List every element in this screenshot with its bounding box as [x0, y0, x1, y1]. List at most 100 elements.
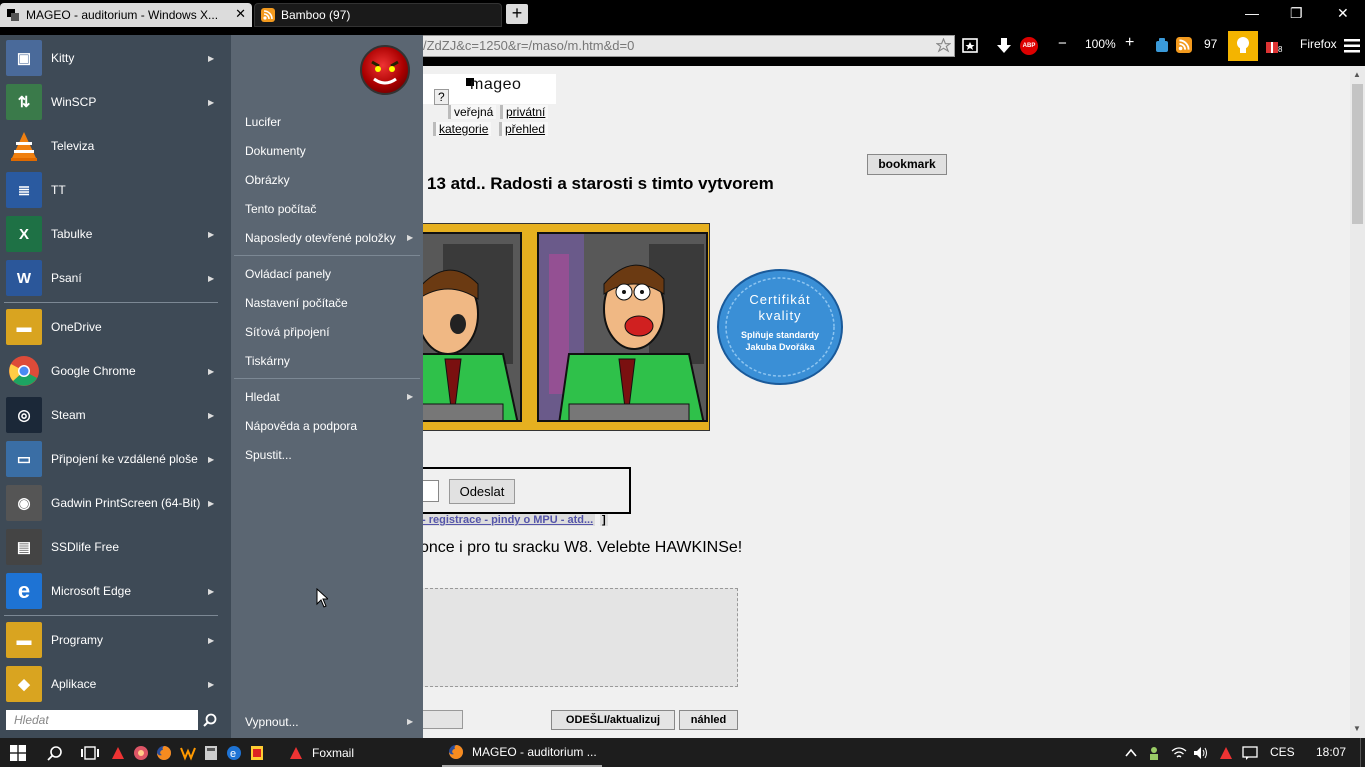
rss-icon[interactable] [1176, 37, 1192, 53]
chevron-up-icon[interactable] [1123, 745, 1139, 761]
adblock-icon[interactable]: ABP [1020, 37, 1038, 55]
start-item-chrome[interactable]: Google Chrome ▶ [0, 349, 231, 393]
minimize-button[interactable]: — [1245, 5, 1259, 21]
submit-button[interactable]: ODEŠLI/aktualizuj [551, 710, 675, 730]
remote-desktop-icon: ▭ [6, 441, 42, 477]
star-icon[interactable] [936, 38, 951, 53]
foxmail-icon[interactable] [110, 745, 126, 761]
start-item-onedrive[interactable]: ▬ OneDrive [0, 305, 231, 349]
firefox-icon[interactable] [156, 745, 172, 761]
people-icon[interactable] [1146, 745, 1162, 761]
mouse-cursor-icon [316, 588, 328, 608]
task-view-icon[interactable] [80, 745, 100, 761]
start-right-printers[interactable]: Tiskárny [245, 354, 290, 368]
start-item-label: Aplikace [51, 676, 97, 691]
language-indicator[interactable]: CES [1270, 745, 1295, 759]
tab-close-icon[interactable]: ✕ [235, 6, 246, 22]
start-right-run[interactable]: Spustit... [245, 448, 292, 462]
restore-button[interactable]: ❐ [1290, 5, 1303, 22]
start-right-recent-items[interactable]: Naposledy otevřené položky [245, 231, 396, 245]
start-item-steam[interactable]: ◎ Steam ▶ [0, 393, 231, 437]
bookmarks-icon[interactable] [962, 37, 980, 54]
registration-link[interactable]: - registrace - pindy o MPU - atd... [420, 514, 596, 526]
tab-bamboo[interactable]: Bamboo (97) [254, 3, 502, 27]
start-item-gadwin[interactable]: ◉ Gadwin PrintScreen (64-Bit) ▶ [0, 481, 231, 525]
taskbar-app-firefox[interactable]: MAGEO - auditorium ... [442, 738, 602, 767]
start-item-ssdlife[interactable]: ▤ SSDlife Free [0, 525, 231, 569]
start-item-apps[interactable]: ◆ Aplikace ▶ [0, 662, 231, 706]
start-item-kitty[interactable]: ▣ Kitty ▶ [0, 36, 231, 80]
submenu-arrow-icon: ▶ [407, 233, 414, 242]
notification-app-icon[interactable] [1218, 745, 1234, 761]
edge-icon[interactable]: e [226, 745, 242, 761]
taskbar-app-foxmail[interactable]: Foxmail [280, 738, 440, 767]
firefox-label[interactable]: Firefox [1300, 37, 1337, 51]
start-item-tabulke[interactable]: X Tabulke ▶ [0, 212, 231, 256]
start-item-remote-desktop[interactable]: ▭ Připojení ke vzdálené ploše ▶ [0, 437, 231, 481]
lightbulb-button[interactable] [1228, 31, 1258, 61]
start-item-label: Microsoft Edge [51, 583, 132, 598]
zoom-in-button[interactable]: + [1125, 34, 1134, 52]
new-tab-button[interactable]: + [506, 4, 528, 24]
download-icon[interactable] [996, 37, 1012, 54]
submenu-arrow-icon: ▶ [208, 679, 215, 689]
send-button[interactable]: Odeslat [449, 479, 515, 504]
private-link[interactable]: privátní [500, 105, 549, 119]
start-right-this-pc[interactable]: Tento počítač [245, 202, 316, 216]
start-search-input[interactable]: Hledat [6, 710, 198, 730]
start-item-winscp[interactable]: ⇅ WinSCP ▶ [0, 80, 231, 124]
windows-start-icon[interactable] [10, 745, 26, 761]
overview-link[interactable]: přehled [499, 122, 549, 136]
close-window-button[interactable]: ✕ [1337, 5, 1349, 22]
scroll-down-icon[interactable]: ▼ [1353, 724, 1361, 733]
categories-link[interactable]: kategorie [433, 122, 492, 136]
start-item-psani[interactable]: W Psaní ▶ [0, 256, 231, 300]
public-link[interactable]: veřejná [448, 105, 497, 119]
search-icon[interactable] [203, 713, 217, 727]
help-link[interactable]: ? [434, 89, 449, 105]
start-right-control-panel[interactable]: Ovládací panely [245, 267, 331, 281]
taskbar-app-label: MAGEO - auditorium ... [472, 744, 597, 759]
wifi-icon[interactable] [1171, 745, 1187, 761]
start-right-network[interactable]: Síťová připojení [245, 325, 330, 339]
preview-button[interactable]: náhled [679, 710, 738, 730]
start-item-tt[interactable]: ≣ TT [0, 168, 231, 212]
hamburger-menu-icon[interactable] [1344, 39, 1360, 53]
firefox-icon [449, 744, 463, 759]
show-desktop-button[interactable] [1360, 738, 1365, 767]
zoom-level[interactable]: 100% [1085, 37, 1116, 51]
taskbar: e Foxmail MAGEO - auditorium ... CES 18:… [0, 738, 1365, 767]
comic-figure-icon [539, 234, 705, 420]
action-center-icon[interactable] [1242, 745, 1258, 761]
start-right-shutdown[interactable]: Vypnout... [245, 715, 299, 729]
comment-textarea[interactable] [400, 588, 738, 687]
user-avatar[interactable] [360, 45, 410, 95]
start-right-help[interactable]: Nápověda a podpora [245, 419, 357, 433]
scrollbar-thumb[interactable] [1352, 84, 1363, 224]
start-right-documents[interactable]: Dokumenty [245, 144, 306, 158]
search-icon[interactable] [47, 745, 63, 761]
tab-mageo[interactable]: MAGEO - auditorium - Windows X... ✕ [0, 3, 252, 27]
winamp-icon[interactable] [180, 745, 196, 761]
clock[interactable]: 18:07 [1316, 745, 1346, 759]
edge-icon: e [6, 573, 42, 609]
bookmark-button[interactable]: bookmark [867, 154, 947, 175]
start-item-edge[interactable]: e Microsoft Edge ▶ [0, 569, 231, 613]
start-right-pc-settings[interactable]: Nastavení počítače [245, 296, 348, 310]
devil-face-icon [371, 60, 399, 85]
start-right-lucifer[interactable]: Lucifer [245, 115, 281, 129]
extension-icon[interactable] [1155, 38, 1169, 53]
start-right-search[interactable]: Hledat [245, 390, 280, 404]
link-bracket: ] [600, 514, 608, 526]
app-icon[interactable] [133, 745, 149, 761]
start-item-televiza[interactable]: Televiza [0, 124, 231, 168]
start-right-pictures[interactable]: Obrázky [245, 173, 290, 187]
cert-title: kvality [758, 308, 802, 323]
zoom-out-button[interactable]: − [1058, 35, 1067, 52]
volume-icon[interactable] [1193, 745, 1209, 761]
scroll-up-icon[interactable]: ▲ [1353, 70, 1361, 79]
page-scrollbar[interactable]: ▲ ▼ [1350, 66, 1365, 738]
app-red-icon[interactable] [249, 745, 265, 761]
calculator-icon[interactable] [203, 745, 219, 761]
start-item-programs[interactable]: ▬ Programy ▶ [0, 618, 231, 662]
